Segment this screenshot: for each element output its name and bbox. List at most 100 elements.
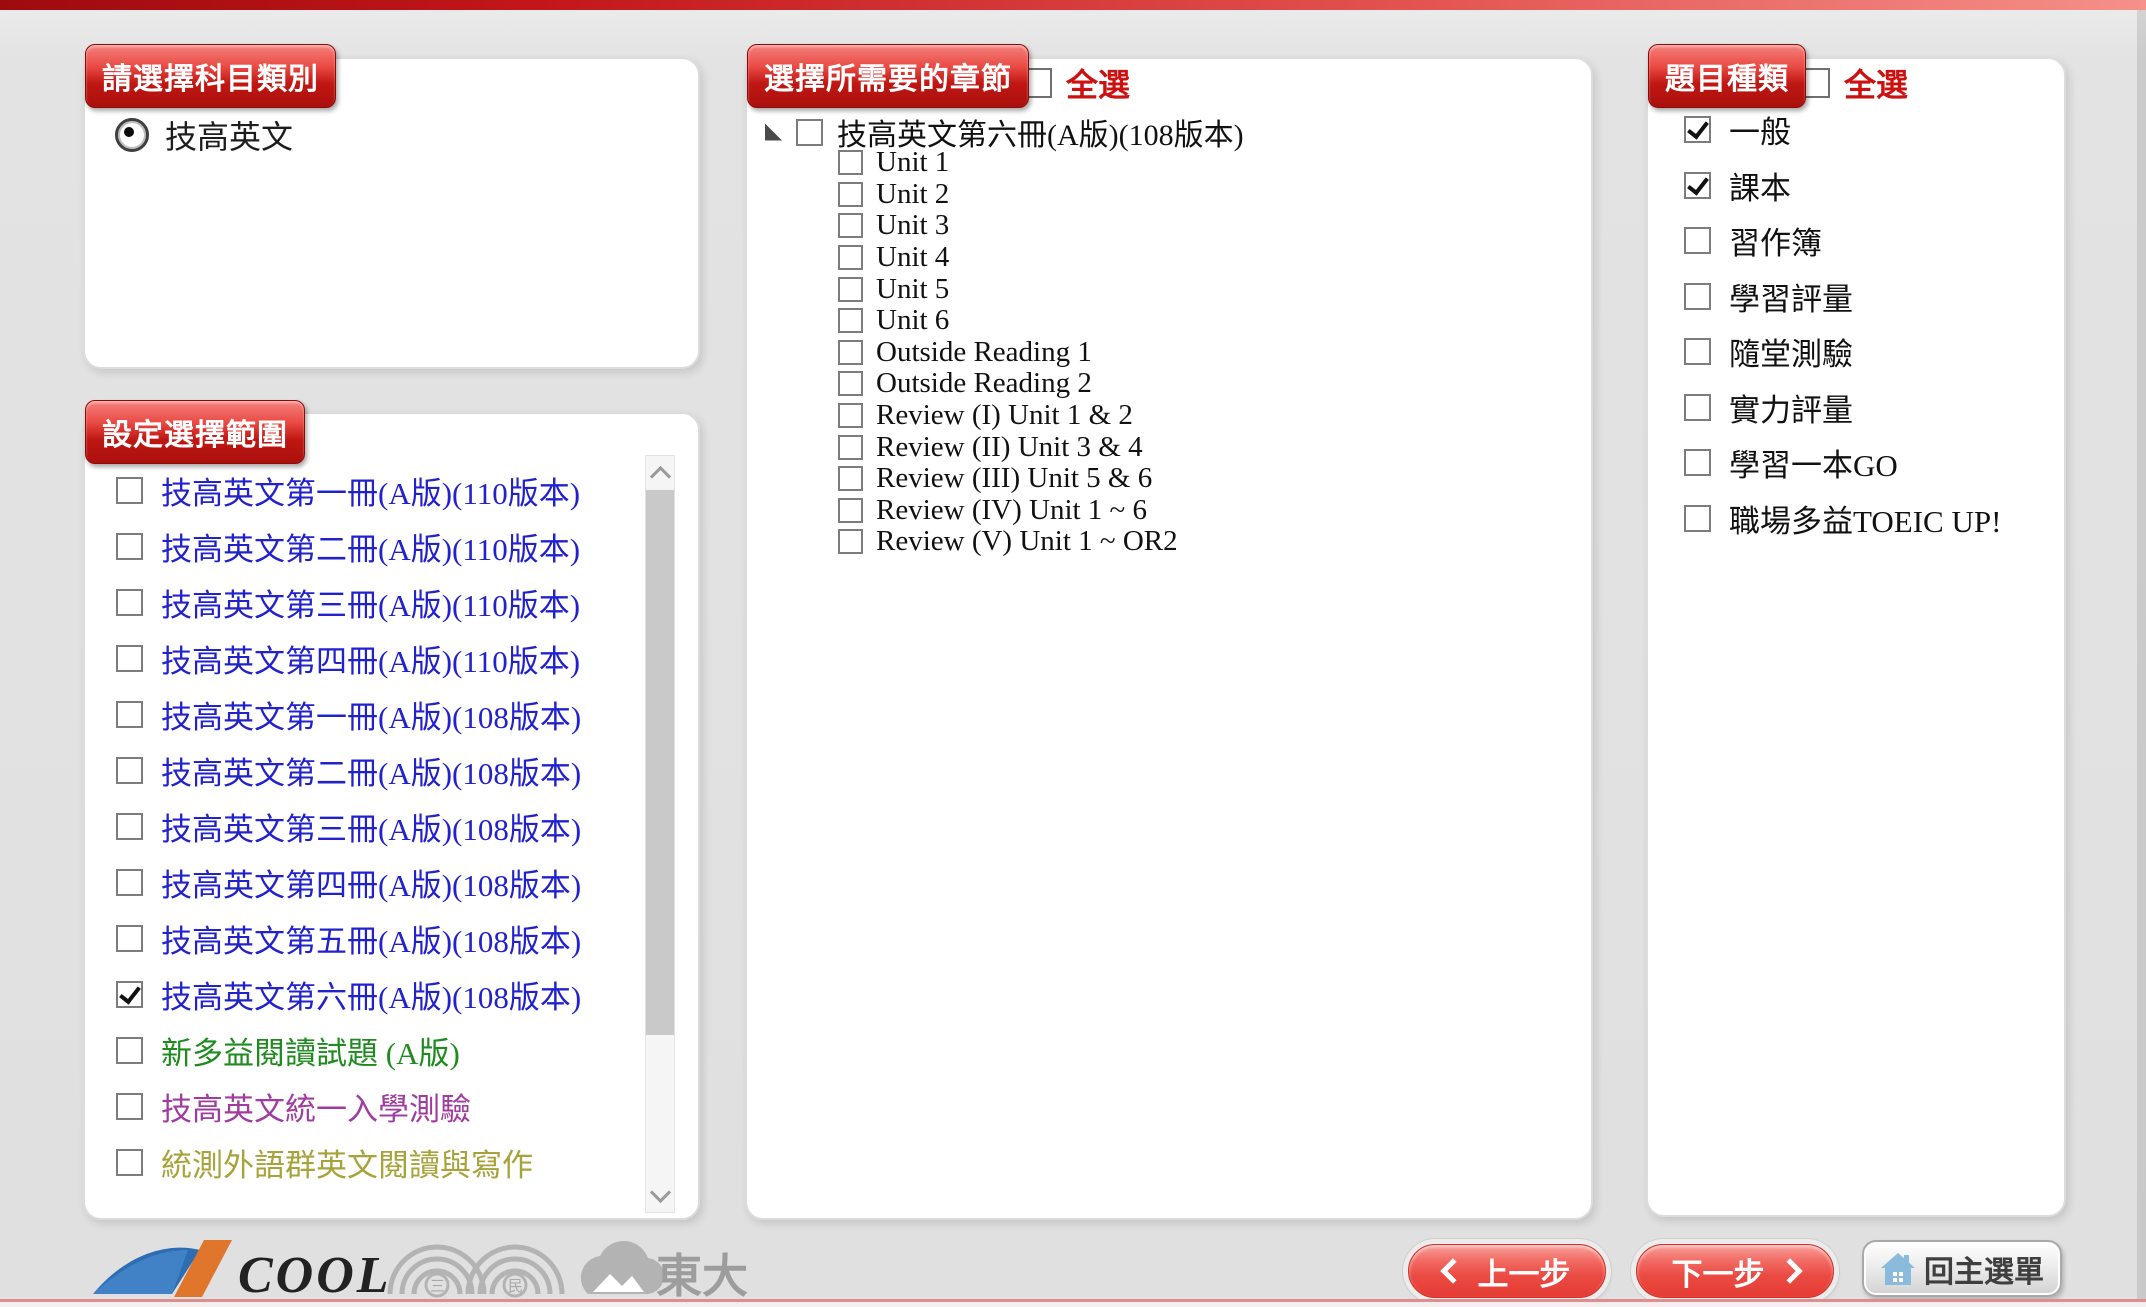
tree-expander-icon[interactable] (765, 124, 782, 141)
chapter-row[interactable]: Review (I) Unit 1 & 2 (838, 400, 1178, 432)
type-label: 課本 (1729, 163, 1791, 208)
type-checkbox[interactable] (1684, 449, 1711, 476)
chapter-checkbox[interactable] (838, 150, 863, 175)
chapter-row[interactable]: Unit 4 (838, 242, 1178, 274)
chapter-checkbox[interactable] (838, 308, 863, 333)
range-row[interactable]: 技高英文第二冊(A版)(110版本) (116, 518, 616, 574)
range-checkbox[interactable] (116, 589, 143, 616)
next-button-label: 下一步 (1672, 1249, 1765, 1294)
chapters-select-all-label[interactable]: 全選 (1066, 60, 1130, 106)
chapters-select-all[interactable]: 全選 (1022, 60, 1130, 106)
types-select-all-label[interactable]: 全選 (1844, 60, 1908, 106)
chapter-checkbox[interactable] (838, 529, 863, 554)
range-checkbox[interactable] (116, 1149, 143, 1176)
range-checkbox[interactable] (116, 645, 143, 672)
types-select-all[interactable]: 全選 (1800, 60, 1908, 106)
chapter-row[interactable]: Unit 1 (838, 147, 1178, 179)
chapter-checkbox[interactable] (838, 340, 863, 365)
type-checkbox[interactable] (1684, 227, 1711, 254)
range-row[interactable]: 統測外語群英文閱讀與寫作 (116, 1134, 616, 1190)
chapter-row[interactable]: Review (IV) Unit 1 ~ 6 (838, 495, 1178, 527)
range-row[interactable]: 技高英文第四冊(A版)(110版本) (116, 630, 616, 686)
range-scrollbar[interactable] (645, 455, 675, 1213)
type-row[interactable]: 一般 (1684, 102, 2001, 158)
type-row[interactable]: 隨堂測驗 (1684, 324, 2001, 380)
type-row[interactable]: 實力評量 (1684, 380, 2001, 436)
chapter-row[interactable]: Unit 6 (838, 305, 1178, 337)
prev-button[interactable]: 上一步 (1408, 1244, 1606, 1298)
chapter-row[interactable]: Review (V) Unit 1 ~ OR2 (838, 526, 1178, 558)
type-row[interactable]: 職場多益TOEIC UP! (1684, 491, 2001, 547)
scroll-thumb[interactable] (646, 490, 674, 1035)
type-row[interactable]: 課本 (1684, 158, 2001, 214)
range-row[interactable]: 技高英文第四冊(A版)(108版本) (116, 854, 616, 910)
type-row[interactable]: 習作簿 (1684, 213, 2001, 269)
range-checkbox[interactable] (116, 533, 143, 560)
range-checkbox[interactable] (116, 757, 143, 784)
type-checkbox[interactable] (1684, 283, 1711, 310)
range-checkbox[interactable] (116, 701, 143, 728)
range-label: 技高英文第一冊(A版)(108版本) (161, 692, 581, 737)
chapter-label: Review (IV) Unit 1 ~ 6 (876, 494, 1147, 527)
type-checkbox[interactable] (1684, 338, 1711, 365)
chapter-row[interactable]: Review (III) Unit 5 & 6 (838, 463, 1178, 495)
range-row[interactable]: 技高英文第三冊(A版)(108版本) (116, 798, 616, 854)
chapter-checkbox[interactable] (838, 435, 863, 460)
tree-root-checkbox[interactable] (796, 119, 823, 146)
chapter-checkbox[interactable] (838, 403, 863, 428)
subject-radio[interactable] (115, 118, 149, 152)
cool-logo-text: COOL (238, 1247, 392, 1302)
range-label: 統測外語群英文閱讀與寫作 (161, 1140, 533, 1185)
type-label: 習作簿 (1729, 218, 1822, 263)
range-row[interactable]: 技高英文第二冊(A版)(108版本) (116, 742, 616, 798)
sanmin-char-right: 民 (508, 1278, 523, 1295)
range-row[interactable]: 技高英文第六冊(A版)(108版本) (116, 966, 616, 1022)
type-checkbox[interactable] (1684, 172, 1711, 199)
range-row[interactable]: 技高英文第三冊(A版)(110版本) (116, 574, 616, 630)
chapter-label: Outside Reading 1 (876, 336, 1092, 369)
range-checkbox[interactable] (116, 925, 143, 952)
chapter-row[interactable]: Unit 5 (838, 273, 1178, 305)
chapter-checkbox[interactable] (838, 466, 863, 491)
range-panel-badge: 設定選擇範圍 (85, 400, 305, 464)
range-row[interactable]: 技高英文統一入學測驗 (116, 1078, 616, 1134)
chapter-row[interactable]: Outside Reading 1 (838, 337, 1178, 369)
tungta-logo-text: 東大 (656, 1251, 748, 1302)
range-label: 技高英文第五冊(A版)(108版本) (161, 916, 581, 961)
range-label: 技高英文第四冊(A版)(110版本) (161, 636, 580, 681)
home-button[interactable]: 回主選單 (1862, 1240, 2062, 1297)
chapter-label: Unit 1 (876, 146, 949, 179)
range-checkbox[interactable] (116, 981, 143, 1008)
chapter-row[interactable]: Outside Reading 2 (838, 368, 1178, 400)
scroll-down-button[interactable] (646, 1178, 674, 1212)
range-row[interactable]: 新多益閱讀試題 (A版) (116, 1022, 616, 1078)
range-checkbox[interactable] (116, 1093, 143, 1120)
range-row[interactable]: 技高英文第一冊(A版)(110版本) (116, 462, 616, 518)
chapter-row[interactable]: Review (II) Unit 3 & 4 (838, 431, 1178, 463)
type-checkbox[interactable] (1684, 394, 1711, 421)
type-row[interactable]: 學習一本GO (1684, 435, 2001, 491)
range-checkbox[interactable] (116, 1037, 143, 1064)
range-row[interactable]: 技高英文第五冊(A版)(108版本) (116, 910, 616, 966)
chapter-checkbox[interactable] (838, 213, 863, 238)
range-checkbox[interactable] (116, 869, 143, 896)
range-checkbox[interactable] (116, 813, 143, 840)
subject-option-row[interactable]: 技高英文 (115, 112, 293, 158)
type-checkbox[interactable] (1684, 116, 1711, 143)
chapter-checkbox[interactable] (838, 182, 863, 207)
sanmin-logo: 三 民 (390, 1247, 562, 1296)
scroll-up-button[interactable] (646, 456, 674, 490)
chapter-checkbox[interactable] (838, 245, 863, 270)
range-checkbox[interactable] (116, 477, 143, 504)
type-checkbox[interactable] (1684, 505, 1711, 532)
chapter-row[interactable]: Unit 3 (838, 210, 1178, 242)
chapter-checkbox[interactable] (838, 371, 863, 396)
type-row[interactable]: 學習評量 (1684, 269, 2001, 325)
next-button[interactable]: 下一步 (1636, 1244, 1834, 1298)
chapter-row[interactable]: Unit 2 (838, 179, 1178, 211)
chapter-checkbox[interactable] (838, 498, 863, 523)
chapter-label: Unit 4 (876, 241, 949, 274)
home-button-label: 回主選單 (1924, 1247, 2044, 1291)
range-row[interactable]: 技高英文第一冊(A版)(108版本) (116, 686, 616, 742)
chapter-checkbox[interactable] (838, 277, 863, 302)
